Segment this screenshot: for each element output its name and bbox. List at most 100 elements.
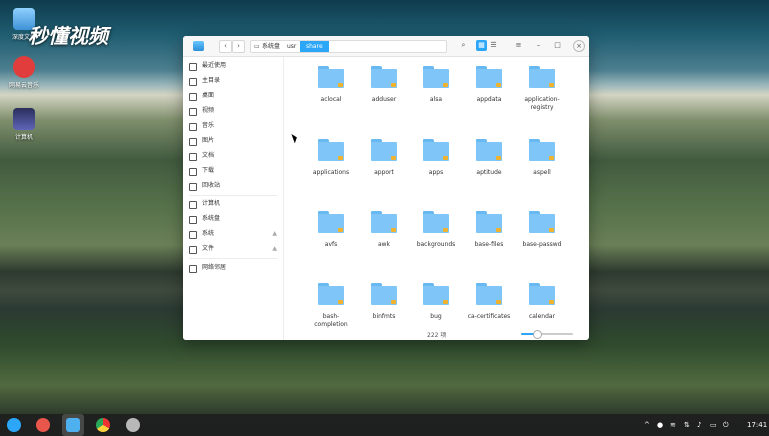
zoom-knob[interactable]	[532, 330, 542, 339]
sidebar-item-pictures[interactable]: 图片	[189, 135, 277, 147]
breadcrumb-item-active[interactable]: share	[300, 41, 329, 52]
back-button[interactable]: ‹	[219, 40, 232, 53]
minimize-button[interactable]: –	[533, 40, 544, 51]
taskbar: ^ ● ≋ ⇅ ♪ ▭ ⏻ 17:41	[0, 414, 769, 436]
icon-view-button[interactable]: ▦	[476, 40, 487, 51]
music-app-icon	[13, 56, 35, 78]
folder-item[interactable]: alsa	[411, 66, 461, 104]
folder-label: bug	[430, 313, 442, 320]
folder-item[interactable]: calendar	[517, 283, 567, 321]
sidebar-item-recent[interactable]: 最近使用	[189, 60, 277, 72]
disk-icon	[189, 231, 197, 239]
sidebar-item-system[interactable]: 系统 ▲	[189, 228, 277, 240]
folder-label: base-passwd	[522, 241, 562, 248]
maximize-button[interactable]: □	[552, 40, 563, 51]
close-button[interactable]: ×	[573, 40, 585, 52]
folder-item[interactable]: bash- completion	[306, 283, 356, 329]
folder-item[interactable]: backgrounds	[411, 211, 461, 249]
sidebar-item-network[interactable]: 网络邻居	[189, 262, 277, 274]
launcher-icon[interactable]	[7, 418, 21, 432]
folder-icon	[318, 211, 344, 233]
lock-icon	[496, 83, 501, 87]
folder-label: binfmts	[372, 313, 396, 320]
folder-item[interactable]: base-files	[464, 211, 514, 249]
eject-icon[interactable]: ▲	[272, 243, 277, 255]
lock-icon	[549, 156, 554, 160]
folder-label: apport	[374, 169, 394, 176]
clock[interactable]: 17:41	[747, 414, 767, 436]
folder-item[interactable]: appdata	[464, 66, 514, 104]
sidebar-item-label: 最近使用	[202, 62, 227, 69]
battery-icon[interactable]: ▭	[710, 414, 717, 436]
wifi-icon[interactable]: ≋	[670, 414, 676, 436]
clock-icon	[189, 63, 197, 71]
folder-icon	[318, 283, 344, 305]
sidebar-item-label: 回收站	[202, 182, 221, 189]
eject-icon[interactable]: ▲	[272, 228, 277, 240]
folder-item[interactable]: aclocal	[306, 66, 356, 104]
folder-item[interactable]: adduser	[359, 66, 409, 104]
breadcrumb-item[interactable]: usr	[287, 41, 296, 52]
sidebar-item-videos[interactable]: 视频	[189, 105, 277, 117]
lock-icon	[549, 228, 554, 232]
folder-item[interactable]: application- registry	[517, 66, 567, 112]
folder-item[interactable]: awk	[359, 211, 409, 249]
sidebar-item-label: 系统	[202, 230, 215, 237]
folder-item[interactable]: binfmts	[359, 283, 409, 321]
volume-icon[interactable]: ♪	[697, 414, 701, 436]
sidebar-item-music[interactable]: 音乐	[189, 120, 277, 132]
folder-item[interactable]: base-passwd	[517, 211, 567, 249]
sidebar-divider	[189, 195, 277, 196]
folder-item[interactable]: aptitude	[464, 139, 514, 177]
sidebar-item-label: 主目录	[202, 77, 221, 84]
download-icon	[189, 168, 197, 176]
network-icon[interactable]: ⇅	[684, 414, 690, 436]
folder-label: aclocal	[320, 96, 342, 103]
search-icon[interactable]: ⌕	[458, 40, 469, 51]
folder-icon	[318, 66, 344, 88]
sidebar-item-home[interactable]: 主目录	[189, 75, 277, 87]
desktop-icon-computer[interactable]: 计算机	[2, 108, 46, 141]
sidebar-item-documents[interactable]: 文档	[189, 150, 277, 162]
file-manager-icon[interactable]	[66, 418, 80, 432]
tray-expand-icon[interactable]: ^	[644, 414, 650, 436]
folder-label: base-files	[474, 241, 504, 248]
menu-button[interactable]: ≡	[513, 40, 524, 51]
desktop-icon-label: 计算机	[14, 134, 33, 141]
power-icon[interactable]: ⏻	[723, 414, 729, 436]
sidebar-item-downloads[interactable]: 下载	[189, 165, 277, 177]
video-watermark: 秒懂视频	[28, 24, 108, 48]
folder-item[interactable]: aspell	[517, 139, 567, 177]
folder-item[interactable]: applications	[306, 139, 356, 177]
sidebar-item-desktop[interactable]: 桌面	[189, 90, 277, 102]
sidebar-item-files[interactable]: 文件 ▲	[189, 243, 277, 255]
folder-label: alsa	[429, 96, 443, 103]
chrome-icon[interactable]	[96, 418, 110, 432]
microphone-icon[interactable]: ●	[657, 414, 663, 436]
folder-item[interactable]: avfs	[306, 211, 356, 249]
lock-icon	[391, 156, 396, 160]
trash-icon	[189, 183, 197, 191]
disk-icon	[189, 246, 197, 254]
folder-item[interactable]: ca-certificates	[464, 283, 514, 321]
sidebar-item-trash[interactable]: 回收站	[189, 180, 277, 192]
breadcrumb-item[interactable]: 系统盘	[262, 41, 280, 52]
folder-item[interactable]: apport	[359, 139, 409, 177]
folder-icon	[371, 66, 397, 88]
desktop-icon-music[interactable]: 网易云音乐	[2, 56, 46, 89]
zoom-slider[interactable]	[521, 330, 573, 339]
list-view-button[interactable]: ☰	[488, 40, 499, 51]
sidebar-item-computer[interactable]: 计算机	[189, 198, 277, 210]
folder-item[interactable]: bug	[411, 283, 461, 321]
music-icon	[189, 123, 197, 131]
folder-icon	[529, 211, 555, 233]
sidebar-item-label: 图片	[202, 137, 215, 144]
folder-label: adduser	[371, 96, 397, 103]
file-manager-icon	[193, 41, 204, 51]
forward-button[interactable]: ›	[232, 40, 245, 53]
folder-item[interactable]: apps	[411, 139, 461, 177]
settings-icon[interactable]	[126, 418, 140, 432]
folder-label: calendar	[528, 313, 556, 320]
sidebar-item-system-disk[interactable]: 系统盘	[189, 213, 277, 225]
screen-recorder-icon[interactable]	[36, 418, 50, 432]
